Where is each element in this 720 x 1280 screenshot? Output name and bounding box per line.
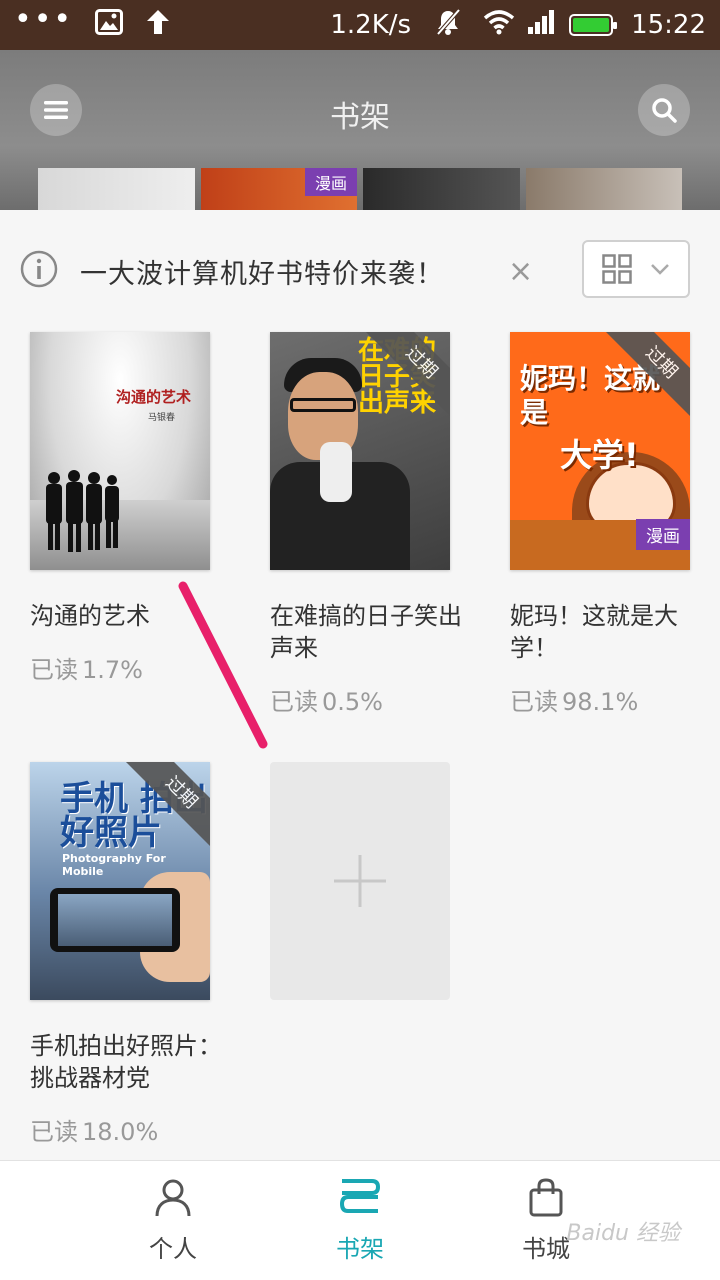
person-icon xyxy=(155,1179,191,1217)
strip-cover xyxy=(525,168,682,210)
reading-progress: 已读 98.1% xyxy=(510,688,639,716)
more-notifications-icon: ••• xyxy=(14,2,74,37)
nav-tab-bookshelf[interactable]: 书架 xyxy=(300,1177,420,1264)
book-cover[interactable]: 妮玛！这就是 大学! 过期 漫画 xyxy=(510,332,690,570)
battery-icon xyxy=(569,14,618,36)
manga-tag: 漫画 xyxy=(636,519,690,550)
chevron-down-icon xyxy=(651,264,669,275)
bottom-navigation: 个人 书架 书城 Baidu 经验 xyxy=(0,1160,720,1280)
watermark: Baidu 经验 xyxy=(566,1221,680,1246)
promo-close-button[interactable]: × xyxy=(508,254,533,289)
search-button[interactable] xyxy=(638,84,690,136)
shopping-bag-icon xyxy=(529,1178,563,1217)
reading-progress: 已读 18.0% xyxy=(30,1118,159,1146)
strip-cover: 漫画 xyxy=(200,168,357,210)
cover-title-text: 沟通的艺术 xyxy=(116,388,192,406)
promo-banner[interactable]: 一大波计算机好书特价来袭！ × xyxy=(0,210,720,328)
cover-author-text: 马银春 xyxy=(148,413,176,423)
nav-label: 个人 xyxy=(149,1235,197,1263)
silhouettes-illustration xyxy=(46,470,119,552)
view-mode-toggle[interactable] xyxy=(582,240,690,298)
strip-cover xyxy=(38,168,195,210)
book-title: 在难搞的日子笑出声来 xyxy=(270,602,462,662)
grid-view-icon xyxy=(602,254,632,284)
book-title: 手机拍出好照片：挑战器材党 xyxy=(30,1032,222,1092)
search-icon xyxy=(652,98,677,123)
header-book-strip: 漫画 xyxy=(38,168,682,210)
shelf-header: 漫画 书架 xyxy=(0,50,720,210)
upload-icon xyxy=(145,8,171,43)
plus-icon xyxy=(334,855,386,907)
wifi-icon xyxy=(483,9,515,42)
status-bar: ••• 1.2K/s 15:22 xyxy=(0,0,720,50)
cover-subtitle-text: Photography For Mobile xyxy=(62,852,166,878)
nav-label: 书架 xyxy=(336,1235,384,1263)
add-book-button[interactable] xyxy=(270,762,450,1000)
bookshelf-icon xyxy=(339,1179,381,1213)
book-title: 妮玛！这就是大学！ xyxy=(510,602,678,662)
promo-text: 一大波计算机好书特价来袭！ xyxy=(80,259,444,290)
mute-icon xyxy=(435,8,461,43)
book-cover[interactable]: 手机 拍出好照片 Photography For Mobile 过期 xyxy=(30,762,210,1000)
bookshelf: 一大波计算机好书特价来袭！ × 沟通的艺术 马银春 沟通的艺术 已读 1.7% 在… xyxy=(0,210,720,1160)
image-notification-icon xyxy=(95,8,124,42)
reading-progress: 已读 0.5% xyxy=(270,688,383,716)
page-title: 书架 xyxy=(330,100,390,135)
network-speed: 1.2K/s xyxy=(330,10,412,40)
reading-progress: 已读 1.7% xyxy=(30,656,143,684)
signal-icon xyxy=(527,9,557,42)
book-cover[interactable]: 沟通的艺术 马银春 xyxy=(30,332,210,570)
strip-manga-badge: 漫画 xyxy=(304,168,357,196)
nav-tab-personal[interactable]: 个人 xyxy=(113,1177,233,1264)
book-cover[interactable]: 在难的日子笑出声来 过期 xyxy=(270,332,450,570)
cover-title-text-2: 大学! xyxy=(560,436,639,474)
info-icon xyxy=(20,250,58,288)
strip-cover xyxy=(363,168,520,210)
book-title: 沟通的艺术 xyxy=(30,602,150,630)
clock: 15:22 xyxy=(631,10,706,40)
